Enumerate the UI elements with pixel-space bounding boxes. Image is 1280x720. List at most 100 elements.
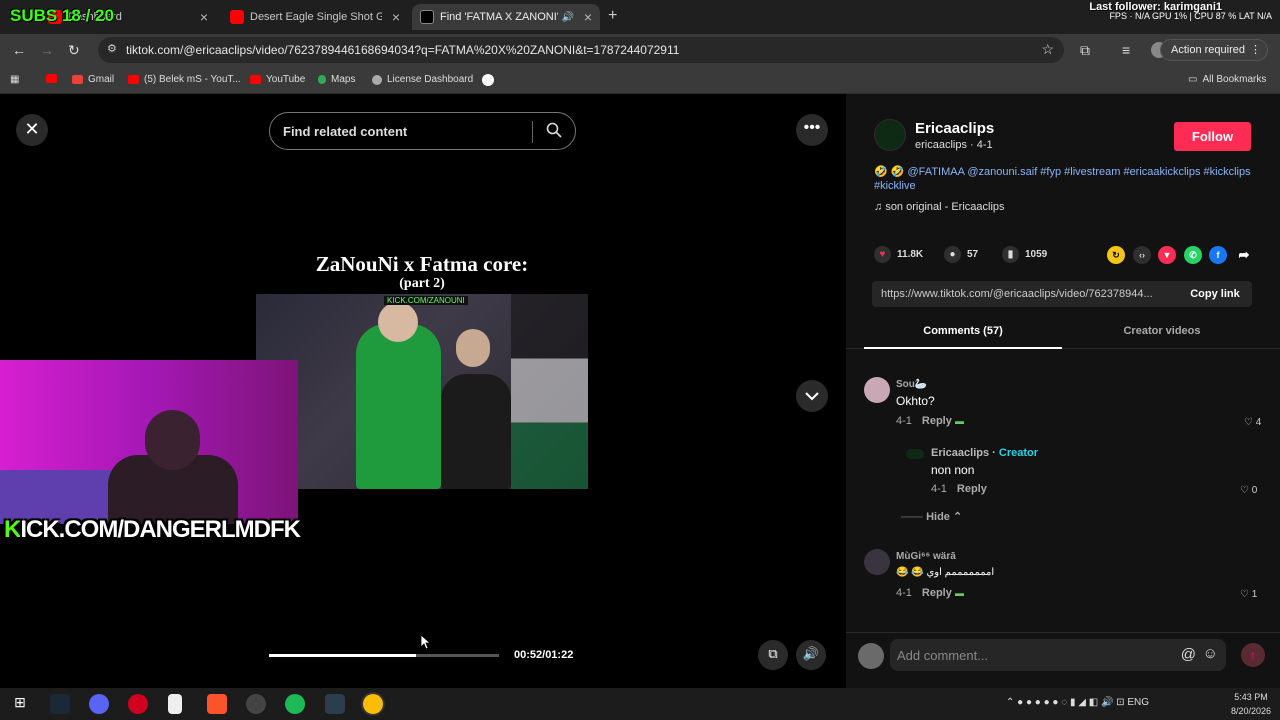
tab-creator-videos[interactable]: Creator videos <box>1063 325 1261 337</box>
whatsapp-icon[interactable]: ✆ <box>1184 246 1202 264</box>
tab-label: Desert Eagle Single Shot Gunsh <box>250 11 382 23</box>
new-tab-button[interactable]: + <box>608 7 617 25</box>
reply-like-button[interactable]: ♡ 0 <box>1240 485 1257 496</box>
video-description: 🤣 🤣 @FATIMAA @zanouni.saif #fyp #livestr… <box>874 165 1254 193</box>
file-icon[interactable] <box>168 694 182 714</box>
bookmark-google[interactable] <box>482 74 499 86</box>
post-comment-button[interactable]: ↑ <box>1241 643 1265 667</box>
tiktok-icon <box>420 10 434 24</box>
code-embed-icon[interactable]: ‹› <box>1133 246 1151 264</box>
bookmark-label: YouTube <box>266 74 306 85</box>
video-link-field[interactable]: https://www.tiktok.com/@ericaaclips/vide… <box>872 281 1252 307</box>
bookmark-gmail[interactable]: Gmail <box>72 74 114 85</box>
discord-icon[interactable] <box>89 694 109 714</box>
like-button[interactable]: ♥ 11.8K <box>874 246 923 263</box>
all-bookmarks-label: All Bookmarks <box>1202 74 1267 85</box>
site-info-icon[interactable]: ⚙ <box>107 42 117 55</box>
bookmark-star-icon[interactable]: ☆ <box>1041 41 1054 58</box>
creator-name[interactable]: Ericaaclips <box>915 120 994 137</box>
clock-date: 8/20/2026 <box>1230 706 1272 716</box>
reply-button[interactable]: Reply <box>922 415 952 427</box>
language-indicator[interactable]: ENG <box>1127 697 1149 708</box>
tiktok-video-page: ✕ Find related content ZaNouNi x Fatma c… <box>0 94 1280 688</box>
tab-comments[interactable]: Comments (57) <box>864 325 1062 337</box>
creator-reply-avatar[interactable] <box>906 449 924 459</box>
media-controls-icon[interactable]: ≡ <box>1122 42 1130 58</box>
person-green-hoodie <box>356 324 441 489</box>
mouse-cursor-icon <box>420 634 430 650</box>
comment-button[interactable]: ● 57 <box>944 246 978 263</box>
bookmark-label: Gmail <box>88 74 115 85</box>
youtube-bookmark[interactable] <box>46 74 62 83</box>
creator-avatar[interactable] <box>874 119 906 151</box>
app-icon[interactable] <box>325 694 345 714</box>
comment-text: 😂 😂 امممممممم اوي <box>896 567 995 578</box>
comment-like-button[interactable]: ♡ 4 <box>1244 417 1261 428</box>
speaker-icon[interactable]: 🔊 <box>562 12 574 23</box>
close-icon[interactable]: × <box>584 9 592 25</box>
opera-icon[interactable] <box>128 694 148 714</box>
commenter-avatar[interactable] <box>864 549 890 575</box>
copy-link-button[interactable]: Copy link <box>1178 281 1252 307</box>
close-icon[interactable]: × <box>392 9 400 25</box>
commenter-name[interactable]: MùGi⁶⁶ wärā <box>896 551 956 562</box>
bookmark-license[interactable]: License Dashboard <box>372 74 473 85</box>
search-icon[interactable] <box>546 122 562 138</box>
reload-icon[interactable]: ↻ <box>68 42 80 59</box>
desc-hashtags[interactable]: @FATIMAA @zanouni.saif #fyp #livestream … <box>874 166 1251 192</box>
all-bookmarks[interactable]: ▭ All Bookmarks <box>1188 74 1266 85</box>
clock-time: 5:43 PM <box>1234 692 1268 702</box>
save-button[interactable]: ▮ 1059 <box>1002 246 1047 263</box>
close-icon[interactable]: × <box>200 9 208 25</box>
comment-input[interactable]: Add comment... @ ☺ <box>890 639 1226 671</box>
commenter-name[interactable]: Sou🦢 <box>896 379 927 390</box>
back-icon[interactable]: ← <box>12 42 26 58</box>
more-options-button[interactable]: ••• <box>796 114 828 146</box>
reply-button[interactable]: Reply <box>922 587 952 599</box>
windows-start-icon[interactable]: ⊞ <box>10 694 30 714</box>
tray-icons[interactable]: ⌃ ● ● ● ● ● ◌ ▮ ◢ ◧ 🔊 ⊡ <box>1006 697 1127 708</box>
mention-icon[interactable]: @ <box>1181 646 1196 663</box>
close-video-button[interactable]: ✕ <box>16 114 48 146</box>
bookmark-youtube[interactable]: YouTube <box>250 74 305 85</box>
reply-author[interactable]: Ericaaclips · Creator <box>931 447 1038 459</box>
flair-icon: ▬ <box>954 416 964 426</box>
reply-button[interactable]: Reply <box>957 483 987 495</box>
comment-like-button[interactable]: ♡ 1 <box>1240 589 1257 600</box>
extensions-icon[interactable]: ⧉ <box>1080 42 1090 59</box>
bookmark-maps[interactable]: Maps <box>318 74 355 85</box>
music-info[interactable]: ♫ son original - Ericaaclips <box>874 201 1005 213</box>
share-arrow-icon[interactable]: ➦ <box>1235 246 1253 264</box>
system-clock[interactable]: 5:43 PM 8/20/2026 <box>1226 690 1276 718</box>
pip-button[interactable]: ⧉ <box>758 640 788 670</box>
url-input[interactable]: ⚙ tiktok.com/@ericaaclips/video/76237894… <box>98 37 1064 63</box>
hide-replies-button[interactable]: —— Hide ⌃ <box>901 510 962 523</box>
bookmark-belek[interactable]: (5) Belek mS - YouT... <box>128 74 241 85</box>
action-required-button[interactable]: Action required ⋮ <box>1160 39 1268 61</box>
volume-button[interactable]: 🔊 <box>796 640 826 670</box>
brave-icon[interactable] <box>207 694 227 714</box>
obs-icon[interactable] <box>246 694 266 714</box>
bookmark-icon: ▮ <box>1002 246 1019 263</box>
next-video-button[interactable] <box>796 380 828 412</box>
search-input[interactable]: Find related content <box>269 112 576 150</box>
more-vert-icon: ⋮ <box>1250 44 1261 56</box>
forward-icon[interactable]: → <box>40 42 54 58</box>
commenter-avatar[interactable] <box>864 377 890 403</box>
steam-icon[interactable] <box>50 694 70 714</box>
tab-desert-eagle[interactable]: Desert Eagle Single Shot Gunsh × <box>222 4 408 30</box>
emoji-icon[interactable]: ☺ <box>1203 645 1218 662</box>
person-head <box>456 329 490 367</box>
follow-button[interactable]: Follow <box>1174 122 1251 151</box>
chrome-icon[interactable] <box>363 694 383 714</box>
facebook-icon[interactable]: f <box>1209 246 1227 264</box>
spotify-icon[interactable] <box>285 694 305 714</box>
embed-share-icon[interactable]: ↻ <box>1107 246 1125 264</box>
send-to-friends-icon[interactable]: ▼ <box>1158 246 1176 264</box>
apps-grid-icon[interactable]: ▦ <box>10 74 19 85</box>
chevron-down-icon <box>805 392 819 401</box>
video-player[interactable]: Find related content ZaNouNi x Fatma cor… <box>256 94 588 688</box>
tab-tiktok-search[interactable]: Find 'FATMA X ZANONI' on 🔊 × <box>412 4 600 30</box>
video-progress-bar[interactable] <box>269 654 499 657</box>
browser-tab-strip: Dashboard × Desert Eagle Single Shot Gun… <box>0 0 1280 34</box>
